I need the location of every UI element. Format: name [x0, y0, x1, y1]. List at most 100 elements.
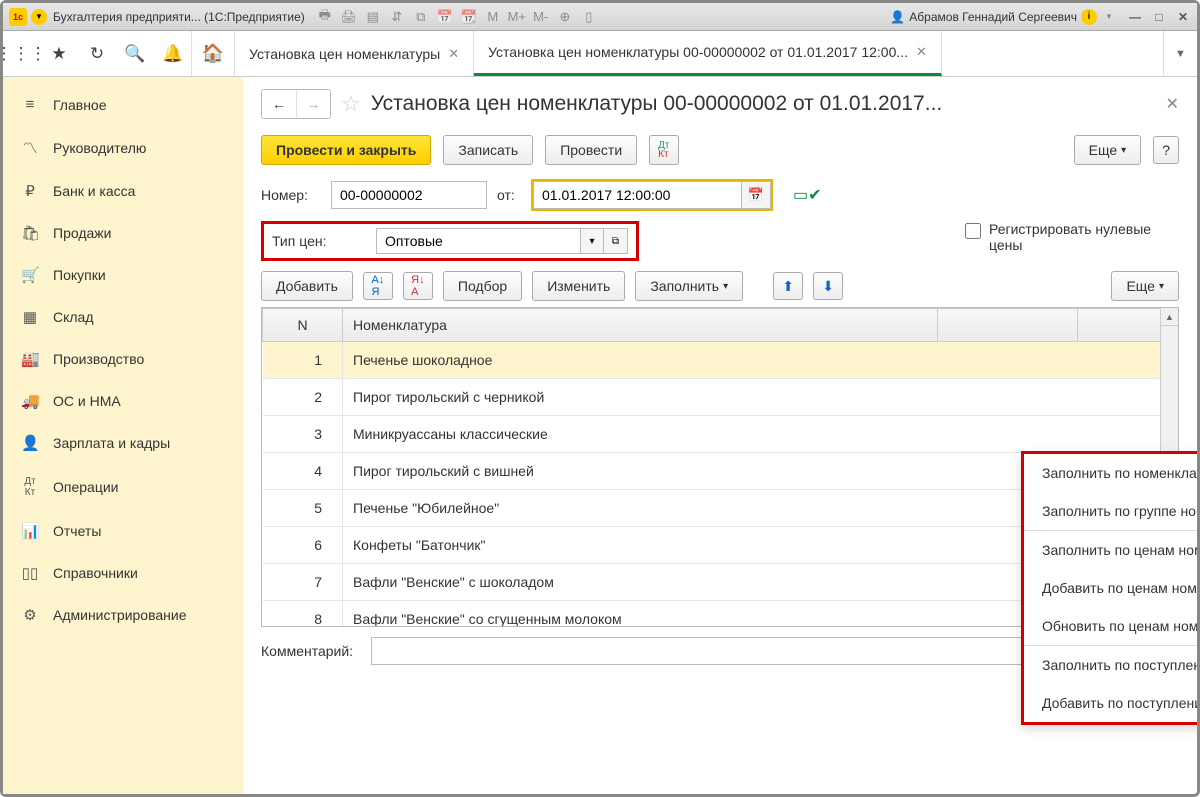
zoom-mplus-icon[interactable]: M+: [509, 9, 525, 25]
menu-update-by-prices[interactable]: Обновить по ценам номенклатуры: [1024, 607, 1197, 645]
user-label[interactable]: 👤 Абрамов Геннадий Сергеевич: [890, 10, 1077, 24]
col-n-header[interactable]: N: [263, 309, 343, 342]
add-button[interactable]: Добавить: [261, 271, 353, 301]
sidebar-item-catalogs[interactable]: ▯▯Справочники: [3, 555, 243, 591]
minimize-button[interactable]: —: [1127, 10, 1143, 24]
move-down-button[interactable]: ⬇: [813, 272, 843, 300]
calendar-button[interactable]: 📅: [741, 181, 771, 209]
print-icon[interactable]: 🖶: [317, 9, 333, 25]
tab-menu-button[interactable]: ▼: [1163, 31, 1197, 76]
sidebar-item-admin[interactable]: ⚙Администрирование: [3, 597, 243, 633]
app-menu-icon[interactable]: ▼: [31, 9, 47, 25]
sidebar-item-sales[interactable]: 🛍Продажи: [3, 215, 243, 251]
table-row[interactable]: 3Миникруассаны классические: [263, 416, 1178, 453]
price-type-highlight: Тип цен: ▾ ⧉: [261, 221, 639, 261]
home-button[interactable]: 🏠: [191, 31, 235, 76]
dtkt-icon: ДтКт: [21, 476, 39, 498]
tab-1-close-icon[interactable]: ✕: [448, 46, 459, 62]
zero-prices-checkbox[interactable]: Регистрировать нулевые цены: [965, 221, 1179, 253]
sidebar-item-reports[interactable]: 📊Отчеты: [3, 513, 243, 549]
col-name-header[interactable]: Номенклатура: [343, 309, 938, 342]
tab-1[interactable]: Установка цен номенклатуры ✕: [235, 31, 474, 76]
back-button[interactable]: ←: [262, 90, 296, 118]
boxes-icon: ▦: [21, 308, 39, 326]
table-row[interactable]: 2Пирог тирольский с черникой: [263, 379, 1178, 416]
maximize-button[interactable]: □: [1151, 10, 1167, 24]
menu-fill-by-item[interactable]: Заполнить по номенклатуре: [1024, 454, 1197, 492]
tab-2-label: Установка цен номенклатуры 00-00000002 о…: [488, 44, 908, 60]
sidebar-item-assets[interactable]: 🚚ОС и НМА: [3, 383, 243, 419]
save-button[interactable]: Записать: [443, 135, 533, 165]
menu-fill-by-prices[interactable]: Заполнить по ценам номенклатуры: [1024, 530, 1197, 569]
date-input[interactable]: [533, 181, 741, 209]
number-input[interactable]: 00-00000002: [331, 181, 487, 209]
print2-icon[interactable]: 🖨: [341, 9, 357, 25]
tab-2[interactable]: Установка цен номенклатуры 00-00000002 о…: [474, 31, 942, 76]
table-more-button[interactable]: Еще ▾: [1111, 271, 1179, 301]
date-field-highlight: 📅: [531, 179, 773, 211]
date-icon[interactable]: 📆: [461, 9, 477, 25]
sidebar-item-operations[interactable]: ДтКтОперации: [3, 467, 243, 507]
apps-icon[interactable]: ⋮⋮⋮: [11, 44, 31, 64]
toolbar-row: ⋮⋮⋮ ★ ↻ 🔍 🔔 🏠 Установка цен номенклатуры…: [3, 31, 1197, 77]
favorite-icon[interactable]: ☆: [341, 91, 361, 117]
dtkt-button[interactable]: ДтКт: [649, 135, 678, 165]
move-up-button[interactable]: ⬆: [773, 272, 803, 300]
sort-asc-button[interactable]: А↓Я: [363, 272, 393, 300]
cell-n: 8: [263, 601, 343, 628]
menu-fill-by-receipt[interactable]: Заполнить по поступлению: [1024, 645, 1197, 684]
sort-desc-button[interactable]: Я↓А: [403, 272, 433, 300]
chart-icon: 〽: [21, 137, 39, 158]
sidebar-item-salary[interactable]: 👤Зарплата и кадры: [3, 425, 243, 461]
history-icon[interactable]: ↻: [87, 44, 107, 64]
bell-icon[interactable]: 🔔: [163, 44, 183, 64]
star-icon[interactable]: ★: [49, 44, 69, 64]
cell-n: 4: [263, 453, 343, 490]
zoom-mminus-icon[interactable]: M-: [533, 9, 549, 25]
info-icon[interactable]: i: [1081, 9, 1097, 25]
price-type-dropdown-icon[interactable]: ▾: [580, 228, 604, 254]
close-button[interactable]: ✕: [1175, 10, 1191, 24]
post-and-close-button[interactable]: Провести и закрыть: [261, 135, 431, 165]
zoom-m-icon[interactable]: M: [485, 9, 501, 25]
change-button[interactable]: Изменить: [532, 271, 625, 301]
fill-button[interactable]: Заполнить ▾: [635, 271, 743, 301]
compare-icon[interactable]: ⇵: [389, 9, 405, 25]
forward-button[interactable]: →: [296, 90, 330, 118]
col-price-header[interactable]: [938, 309, 1078, 342]
sidebar-item-main[interactable]: ≡Главное: [3, 87, 243, 122]
pick-button[interactable]: Подбор: [443, 271, 522, 301]
person-icon: 👤: [21, 434, 39, 452]
bars-icon: 📊: [21, 522, 39, 540]
sidebar-item-purchases[interactable]: 🛒Покупки: [3, 257, 243, 293]
bag-icon: 🛍: [21, 224, 39, 242]
zero-prices-checkbox-input[interactable]: [965, 223, 981, 239]
scroll-up-icon[interactable]: ▲: [1161, 308, 1178, 326]
cell-price: [938, 342, 1078, 379]
help-button[interactable]: ?: [1153, 136, 1179, 164]
tab-2-close-icon[interactable]: ✕: [916, 44, 927, 60]
document-close-icon[interactable]: ✕: [1166, 94, 1179, 114]
cell-n: 3: [263, 416, 343, 453]
post-button[interactable]: Провести: [545, 135, 637, 165]
panel-icon[interactable]: ▯: [581, 9, 597, 25]
calendar-icon[interactable]: 📅: [437, 9, 453, 25]
more-button[interactable]: Еще ▾: [1074, 135, 1142, 165]
sidebar-item-production[interactable]: 🏭Производство: [3, 341, 243, 377]
number-label: Номер:: [261, 187, 321, 203]
sidebar-item-stock[interactable]: ▦Склад: [3, 299, 243, 335]
price-type-input[interactable]: [376, 228, 580, 254]
help-icon[interactable]: ⊕: [557, 9, 573, 25]
menu-add-by-prices[interactable]: Добавить по ценам номенклатуры: [1024, 569, 1197, 607]
search-icon[interactable]: 🔍: [125, 44, 145, 64]
doc-icon[interactable]: ▤: [365, 9, 381, 25]
sidebar-item-manager[interactable]: 〽Руководителю: [3, 128, 243, 167]
sidebar-item-bank[interactable]: ₽Банк и касса: [3, 173, 243, 209]
price-type-open-icon[interactable]: ⧉: [604, 228, 628, 254]
status-ok-icon[interactable]: ▭✔: [793, 185, 822, 205]
menu-fill-by-group[interactable]: Заполнить по группе номенклатуры: [1024, 492, 1197, 530]
calc-icon[interactable]: ⧉: [413, 9, 429, 25]
info-dropdown-icon[interactable]: ▼: [1101, 9, 1117, 25]
menu-add-by-receipt[interactable]: Добавить по поступлению: [1024, 684, 1197, 722]
table-row[interactable]: 1Печенье шоколадное: [263, 342, 1178, 379]
